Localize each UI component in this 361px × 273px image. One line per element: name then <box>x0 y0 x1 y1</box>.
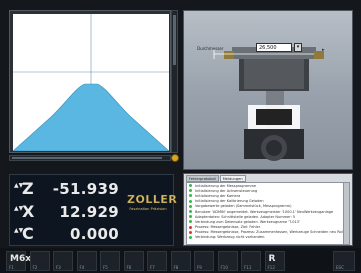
fkey-label: F9 <box>197 265 202 270</box>
message-list: Initialisierung der Messprogramme Initial… <box>186 182 344 245</box>
position-readout: ▲▼ Z -51.939 ▲▼ X 12.929 ▲▼ C 0.000 ZOLL… <box>9 174 178 246</box>
fkey-f6[interactable]: F6 <box>123 251 144 271</box>
graph-vertical-scrollbar[interactable] <box>171 10 178 153</box>
status-dot-icon <box>189 225 192 229</box>
fkey-f3[interactable]: F3 <box>53 251 73 271</box>
message-text: Prozess: Messergebnisse, Ziel: Fehler <box>195 225 261 230</box>
fkey-label: F8 <box>173 265 179 270</box>
fkey-label: F11 <box>244 265 252 270</box>
graph-horizontal-scrollbar[interactable] <box>9 155 171 161</box>
fkey-label: F1 <box>9 265 14 270</box>
fkey-f2[interactable]: F2 <box>29 251 50 271</box>
fkey-f4[interactable]: F4 <box>76 251 97 271</box>
message-text: Adapterdaten: Schnittstelle geladen. Ada… <box>195 214 296 219</box>
fkey-label: F5 <box>103 265 108 270</box>
fkey-f9[interactable]: F9 <box>194 251 214 271</box>
fkey-label: F3 <box>56 265 61 270</box>
message-text: Initialisierung der Messprogramme <box>195 183 257 188</box>
fkey-label: F6 <box>126 265 132 270</box>
fkey-esc[interactable]: ESC <box>333 251 355 271</box>
fkey-f12[interactable]: R F12 <box>264 251 285 271</box>
fkey-label: F2 <box>32 265 38 270</box>
message-text: Verbindung: Werkzeug nicht vorhanden. <box>195 235 266 240</box>
message-text: Initialisierung der Achsensteuerung <box>195 188 258 193</box>
message-text: Benutzer 'ADMIN' angemeldet. Werkzeugmei… <box>195 209 334 214</box>
status-dot-icon <box>189 194 192 198</box>
status-dot-icon <box>189 235 192 239</box>
fkey-label: F7 <box>150 265 155 270</box>
status-dot-icon <box>189 210 192 214</box>
fkey-f5[interactable]: F5 <box>100 251 120 271</box>
tool-holder-image <box>213 47 324 161</box>
status-dot-icon <box>189 189 192 193</box>
brand-name: ZOLLER <box>127 193 178 206</box>
message-row[interactable]: Prozess: Messergebnisse, Prozess: Zusamm… <box>187 230 343 235</box>
function-key-bar: M6x F1 F2 F3 F4 F5 F6 F7 F8 F9 F10 F11 R F12 ESC <box>0 248 361 273</box>
status-dot-icon <box>189 220 192 224</box>
diameter-label: Durchmesser <box>197 46 224 51</box>
fkey-label: F12 <box>267 265 275 270</box>
message-tabs: Fehlerprotokoll Meldungen <box>186 175 246 182</box>
axis-letter: C <box>22 224 34 243</box>
fkey-f10[interactable]: F10 <box>217 251 238 271</box>
message-text: Initialisierung der Kamera <box>195 193 241 198</box>
axis-c: ▲▼ C 0.000 <box>14 224 119 244</box>
profile-graph[interactable] <box>13 14 169 151</box>
axis-value: -51.939 <box>52 180 119 198</box>
profile-graph-panel <box>9 10 171 153</box>
tab-error-log[interactable]: Fehlerprotokoll <box>186 175 219 182</box>
fkey-label: ESC <box>336 265 344 270</box>
message-text: Vorgabewerte geladen (Sammelstück, Messp… <box>195 204 292 209</box>
fkey-f11[interactable]: F11 <box>241 251 261 271</box>
message-row[interactable]: Verbindung: Werkzeug nicht vorhanden. <box>187 235 343 240</box>
tool-image-panel: Durchmesser 26,500 ▾ ▸ <box>183 10 353 170</box>
message-text: Prozess: Messergebnisse, Prozess: Zusamm… <box>195 230 344 235</box>
message-panel: Fehlerprotokoll Meldungen Initialisierun… <box>183 173 353 246</box>
fkey-icon: M6x <box>10 254 32 264</box>
status-dot-icon <box>189 204 192 208</box>
diameter-field[interactable]: 26,500 <box>256 43 292 52</box>
brand-slogan: Faszination Präzision <box>129 207 167 211</box>
message-row[interactable]: Benutzer 'ADMIN' angemeldet. Werkzeugmei… <box>187 209 343 214</box>
fkey-f8[interactable]: F8 <box>170 251 191 271</box>
fkey-label: F4 <box>79 265 85 270</box>
message-text: Initialisierung der Kalibrierung Geladen <box>195 199 264 204</box>
status-dot-icon <box>189 184 192 188</box>
fkey-f7[interactable]: F7 <box>147 251 167 271</box>
axis-letter: X <box>22 202 35 221</box>
message-scrollbar[interactable] <box>343 182 350 245</box>
axis-letter: Z <box>22 179 34 198</box>
diameter-dropdown-button[interactable]: ▾ <box>294 43 302 52</box>
status-dot-icon <box>189 215 192 219</box>
tool-profile-shape <box>13 83 169 151</box>
status-dot-icon <box>189 230 192 234</box>
graph-zoom-knob[interactable] <box>171 154 179 162</box>
fkey-icon: R <box>268 254 276 264</box>
axis-value: 0.000 <box>70 225 119 243</box>
message-text: Verbindung zum Datensatz geladen. Werkze… <box>195 219 300 224</box>
axis-z: ▲▼ Z -51.939 <box>14 179 119 199</box>
tab-messages[interactable]: Meldungen <box>219 175 246 182</box>
axis-value: 12.929 <box>59 203 119 221</box>
axis-x: ▲▼ X 12.929 <box>14 202 119 222</box>
brand-logo: ZOLLER Faszination Präzision <box>127 193 178 217</box>
fkey-f1[interactable]: M6x F1 <box>6 251 31 271</box>
fkey-label: F10 <box>220 265 228 270</box>
status-dot-icon <box>189 199 192 203</box>
tool-arrow-icon[interactable]: ▸ <box>322 47 328 53</box>
